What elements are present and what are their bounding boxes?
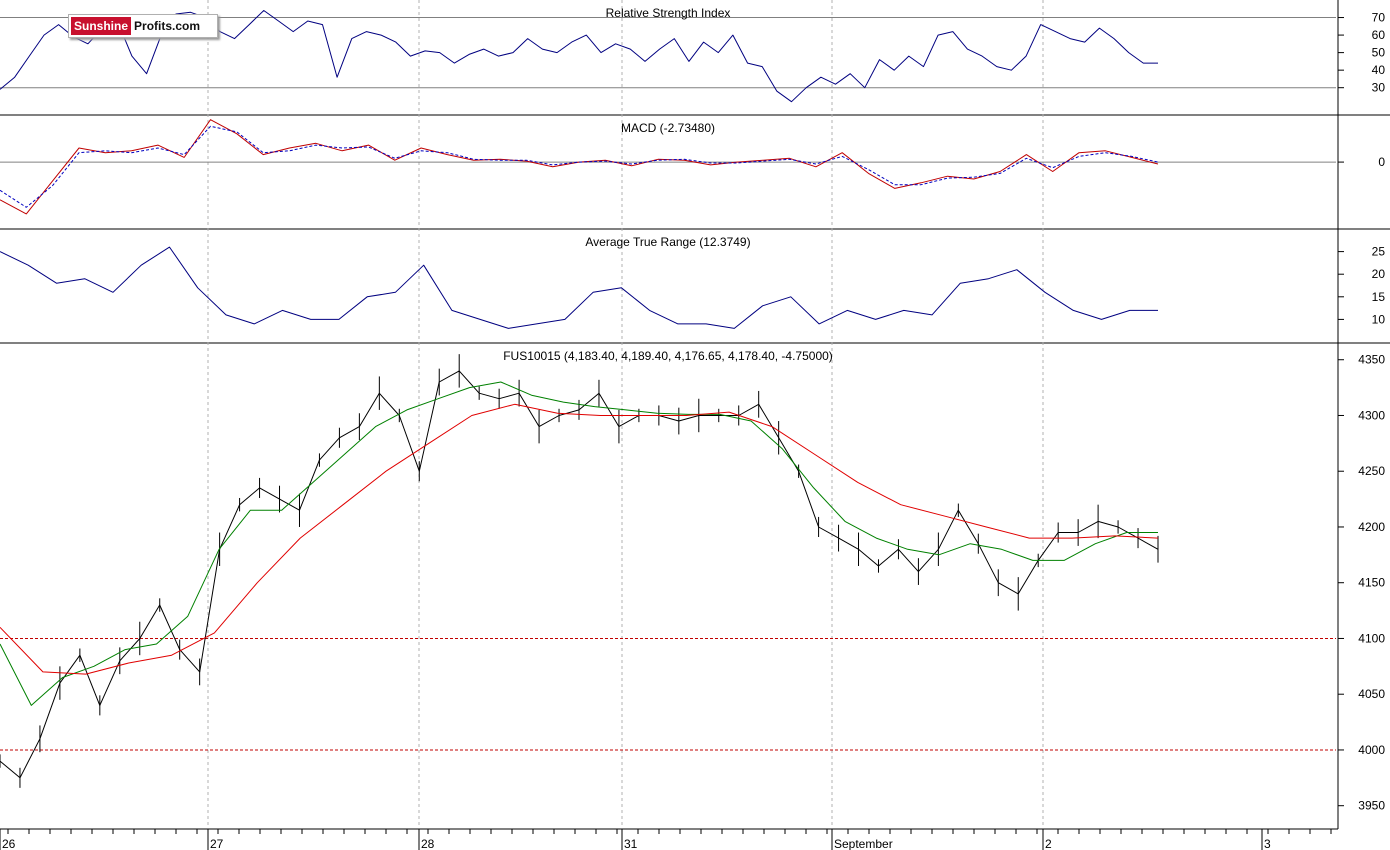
y-tick-label: 20 [1372, 267, 1386, 281]
y-tick-label: 4200 [1358, 520, 1385, 534]
y-tick-label: 4300 [1358, 408, 1385, 422]
panel-title: MACD (-2.73480) [621, 121, 715, 135]
y-tick-label: 4350 [1358, 353, 1385, 367]
y-tick-label: 15 [1372, 290, 1386, 304]
x-tick-label: 3 [1264, 837, 1271, 850]
y-tick-label: 50 [1372, 46, 1386, 60]
y-tick-label: 40 [1372, 63, 1386, 77]
panel-title: Average True Range (12.3749) [585, 235, 750, 249]
y-tick-label: 70 [1372, 11, 1386, 25]
price-line [0, 370, 1159, 779]
sunshine-profits-logo[interactable]: Sunshine Profits.com [68, 14, 218, 38]
x-tick-label: September [834, 837, 893, 850]
y-tick-label: 4000 [1358, 743, 1385, 757]
y-tick-label: 60 [1372, 28, 1386, 42]
x-tick-label: 26 [2, 837, 16, 850]
y-tick-label: 4050 [1358, 687, 1385, 701]
y-tick-label: 4150 [1358, 576, 1385, 590]
panel-title: FUS10015 (4,183.40, 4,189.40, 4,176.65, … [503, 349, 833, 363]
y-tick-label: 0 [1378, 155, 1385, 169]
y-tick-label: 3950 [1358, 799, 1385, 813]
x-tick-label: 2 [1045, 837, 1052, 850]
y-tick-label: 30 [1372, 81, 1386, 95]
panel-title: Relative Strength Index [606, 6, 731, 20]
x-tick-label: 28 [421, 837, 435, 850]
slow-ma-line [0, 403, 1159, 675]
signal-line [0, 125, 1159, 208]
chart-canvas: 26 27 28 31 September 2 3 Relative Strength Ind… [0, 0, 1390, 850]
y-tick-label: 10 [1372, 312, 1386, 326]
y-tick-label: 4250 [1358, 464, 1385, 478]
logo-part-2: Profits.com [134, 19, 201, 33]
logo-part-1: Sunshine [71, 17, 132, 35]
x-tick-label: 31 [624, 837, 638, 850]
y-tick-label: 4100 [1358, 631, 1385, 645]
x-tick-label: 27 [210, 837, 224, 850]
text-layer: 26 27 28 31 September 2 3 Relative Strength Ind… [2, 6, 1385, 850]
fast-ma-line [0, 381, 1158, 706]
macd-line [0, 119, 1159, 215]
data-layer [0, 10, 1159, 788]
y-tick-label: 25 [1372, 245, 1386, 259]
atr-line [0, 246, 1158, 329]
